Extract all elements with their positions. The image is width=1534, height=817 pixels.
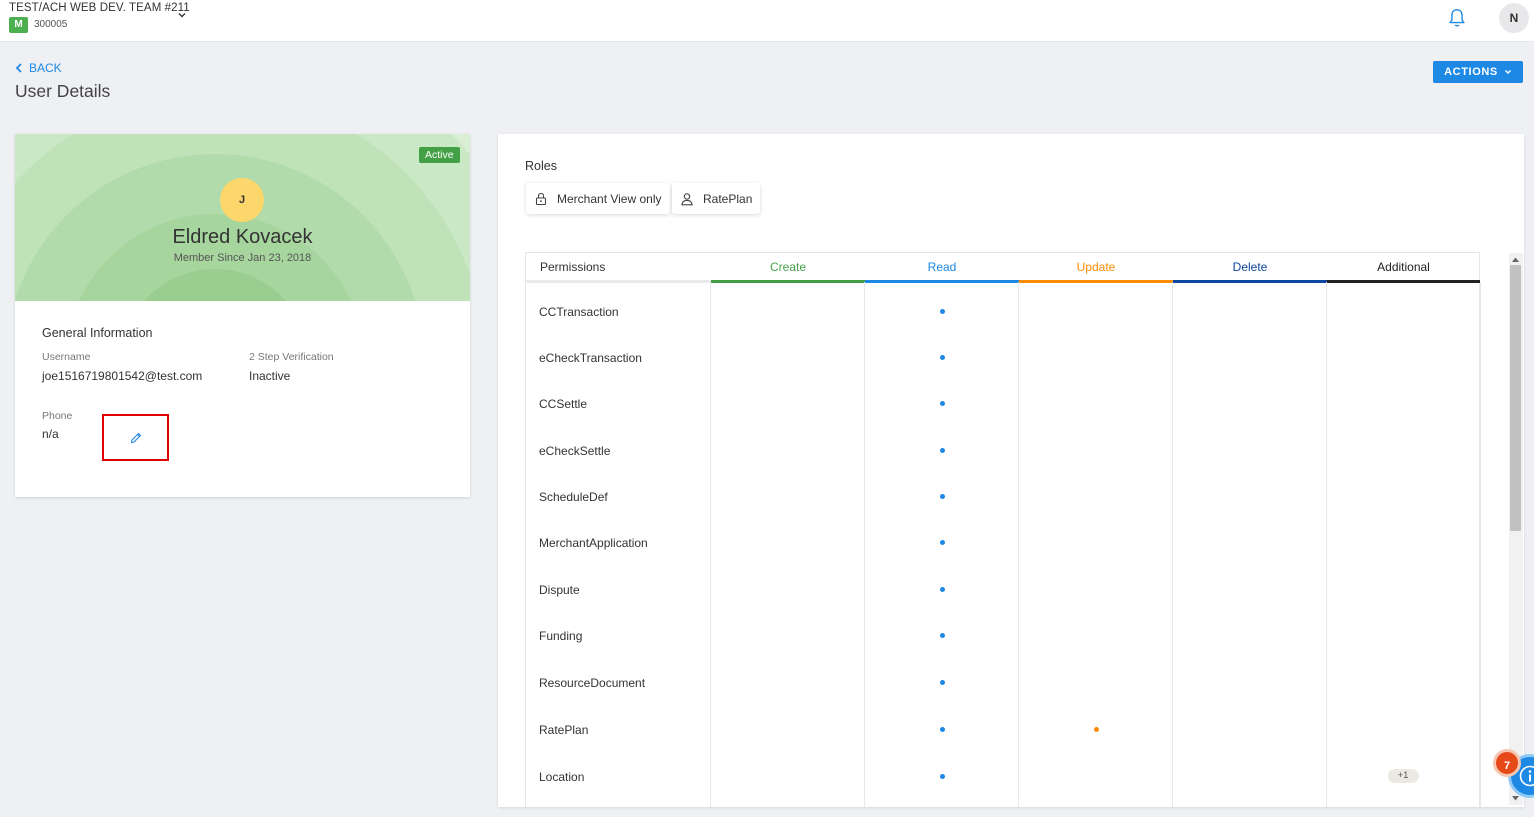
column-divider: [1172, 282, 1173, 807]
scrollbar-thumb[interactable]: [1510, 265, 1521, 531]
scroll-down-arrow-icon[interactable]: [1511, 795, 1520, 802]
back-label: BACK: [29, 61, 62, 75]
column-divider: [1326, 282, 1327, 807]
read-permission-dot: [939, 354, 945, 360]
column-underline-update: [1019, 280, 1173, 283]
read-permission-dot: [939, 539, 945, 545]
org-name[interactable]: TEST/ACH WEB DEV. TEAM #211: [9, 2, 190, 14]
chevron-down-icon[interactable]: [176, 9, 188, 21]
info-icon: [1519, 765, 1534, 787]
scroll-up-arrow-icon[interactable]: [1511, 256, 1520, 263]
role-label: Merchant View only: [557, 191, 662, 206]
pencil-icon: [130, 432, 141, 443]
phone-value: n/a: [42, 427, 59, 441]
column-header-delete: Delete: [1232, 260, 1268, 274]
org-badge: M: [9, 17, 28, 33]
actions-button[interactable]: ACTIONS: [1433, 61, 1523, 83]
profile-card: Active J Eldred Kovacek Member Since Jan…: [15, 134, 470, 497]
column-underline-read: [865, 280, 1019, 283]
column-header-additional: Additional: [1377, 260, 1430, 274]
two-step-value: Inactive: [249, 369, 291, 383]
column-underline-delete: [1173, 280, 1327, 283]
read-permission-dot: [939, 632, 945, 638]
column-divider: [864, 282, 865, 807]
read-permission-dot: [939, 493, 945, 499]
user-name: Eldred Kovacek: [172, 226, 313, 248]
additional-permissions-badge[interactable]: +1: [1387, 769, 1419, 783]
permission-row-name: Funding: [539, 629, 583, 643]
notification-count-badge[interactable]: 7: [1493, 749, 1521, 777]
permission-row-name: CCTransaction: [539, 305, 619, 319]
permission-row-name: MerchantApplication: [539, 536, 648, 550]
column-divider: [1018, 282, 1019, 807]
roles-permissions-panel: Roles Merchant View only RatePlan Permis…: [498, 134, 1524, 807]
update-permission-dot: [1093, 726, 1099, 732]
page-title: User Details: [15, 81, 111, 101]
read-permission-dot: [939, 773, 945, 779]
column-header-read: Read: [927, 260, 957, 274]
read-permission-dot: [939, 726, 945, 732]
column-underline-additional: [1327, 280, 1480, 283]
permission-row-name: eCheckTransaction: [539, 351, 642, 365]
phone-label: Phone: [42, 410, 73, 422]
read-permission-dot: [939, 586, 945, 592]
member-since: Member Since Jan 23, 2018: [173, 252, 312, 264]
chevron-down-icon: [1504, 70, 1511, 74]
read-permission-dot: [939, 308, 945, 314]
column-header-update: Update: [1076, 260, 1116, 274]
user-avatar[interactable]: N: [1499, 3, 1529, 33]
status-badge: Active: [419, 147, 460, 163]
column-divider: [1480, 282, 1481, 807]
username-label: Username: [42, 351, 91, 363]
username-value: joe1516719801542@test.com: [42, 369, 203, 383]
permissions-table: Permissions Create Read Update Delete Ad…: [525, 252, 1481, 807]
column-header-permissions: Permissions: [540, 260, 606, 274]
column-divider: [710, 282, 711, 807]
roles-title: Roles: [525, 159, 557, 173]
read-permission-dot: [939, 679, 945, 685]
chevron-left-icon: [15, 63, 22, 73]
permission-row-name: CCSettle: [539, 397, 588, 411]
user-icon: [681, 192, 693, 205]
role-label: RatePlan: [703, 191, 753, 206]
general-information-title: General Information: [42, 326, 153, 340]
permission-row-name: ScheduleDef: [539, 490, 608, 504]
role-chip-rateplan[interactable]: RatePlan: [672, 183, 761, 214]
two-step-label: 2 Step Verification: [249, 351, 334, 363]
avatar: J: [220, 178, 264, 222]
org-id: 300005: [34, 19, 68, 30]
back-link[interactable]: BACK: [15, 61, 62, 75]
column-header-create: Create: [769, 260, 807, 274]
actions-label: ACTIONS: [1444, 66, 1498, 78]
permission-row-name: Dispute: [539, 583, 580, 597]
lock-icon: [535, 192, 547, 205]
permission-row-name: eCheckSettle: [539, 444, 611, 458]
column-underline-permissions: [526, 280, 711, 283]
edit-phone-button[interactable]: [102, 414, 169, 461]
permission-row-name: Location: [539, 770, 585, 784]
read-permission-dot: [939, 400, 945, 406]
profile-banner: Active J Eldred Kovacek Member Since Jan…: [15, 134, 470, 301]
top-bar: TEST/ACH WEB DEV. TEAM #211 M 300005 N: [0, 0, 1534, 42]
role-chip-merchant-view-only[interactable]: Merchant View only: [526, 183, 670, 214]
bell-icon[interactable]: [1446, 7, 1468, 29]
permission-row-name: RatePlan: [539, 723, 589, 737]
permission-row-name: ResourceDocument: [539, 676, 646, 690]
column-underline-create: [711, 280, 865, 283]
read-permission-dot: [939, 447, 945, 453]
